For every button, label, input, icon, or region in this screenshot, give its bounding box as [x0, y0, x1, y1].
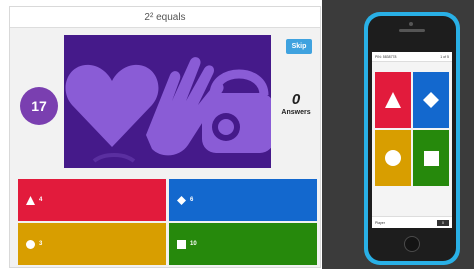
answers-count: 0	[291, 91, 301, 108]
answer-text: 3	[39, 241, 43, 247]
diamond-icon	[423, 92, 439, 108]
countdown-timer: 17	[20, 87, 58, 125]
host-screen: 2² equals 17 Skip 0 Answers 4 6 3 10	[9, 6, 321, 268]
phone-score: 0	[437, 219, 449, 226]
phone-topbar: PIN: 5838778 1 of 5	[372, 52, 452, 62]
phone-answer-triangle[interactable]	[375, 72, 411, 128]
answer-option-square[interactable]: 10	[169, 223, 317, 265]
phone-answer-square[interactable]	[413, 130, 449, 186]
answer-text: 4	[39, 197, 43, 203]
answer-text: 10	[190, 241, 197, 247]
phone-player-name: Player	[375, 220, 385, 225]
phone-answer-diamond[interactable]	[413, 72, 449, 128]
phone-game-pin: PIN: 5838778	[375, 54, 397, 59]
phone-screen: PIN: 5838778 1 of 5 Player 0	[372, 52, 452, 228]
triangle-icon	[26, 195, 35, 205]
phone-question-index: 1 of 5	[440, 54, 449, 59]
question-image	[64, 35, 271, 168]
question-image-art	[64, 35, 271, 168]
answers-label: Answers	[281, 109, 311, 116]
speaker-icon	[399, 29, 425, 32]
skip-button[interactable]: Skip	[286, 39, 312, 54]
home-button[interactable]	[404, 236, 420, 252]
question-title: 2² equals	[10, 7, 320, 28]
answer-option-circle[interactable]: 3	[18, 223, 166, 265]
square-icon	[423, 150, 439, 166]
phone-bottombar: Player 0	[372, 216, 452, 228]
triangle-icon	[385, 92, 401, 108]
circle-icon	[26, 239, 35, 249]
answer-text: 6	[190, 197, 194, 203]
answer-option-diamond[interactable]: 6	[169, 179, 317, 221]
circle-icon	[385, 150, 401, 166]
camera-icon	[409, 22, 413, 26]
phone-answer-circle[interactable]	[375, 130, 411, 186]
diamond-icon	[177, 195, 186, 205]
square-icon	[177, 239, 186, 249]
answer-option-triangle[interactable]: 4	[18, 179, 166, 221]
stage: 2² equals 17 Skip 0 Answers 4 6 3 10 PIN…	[0, 0, 474, 269]
